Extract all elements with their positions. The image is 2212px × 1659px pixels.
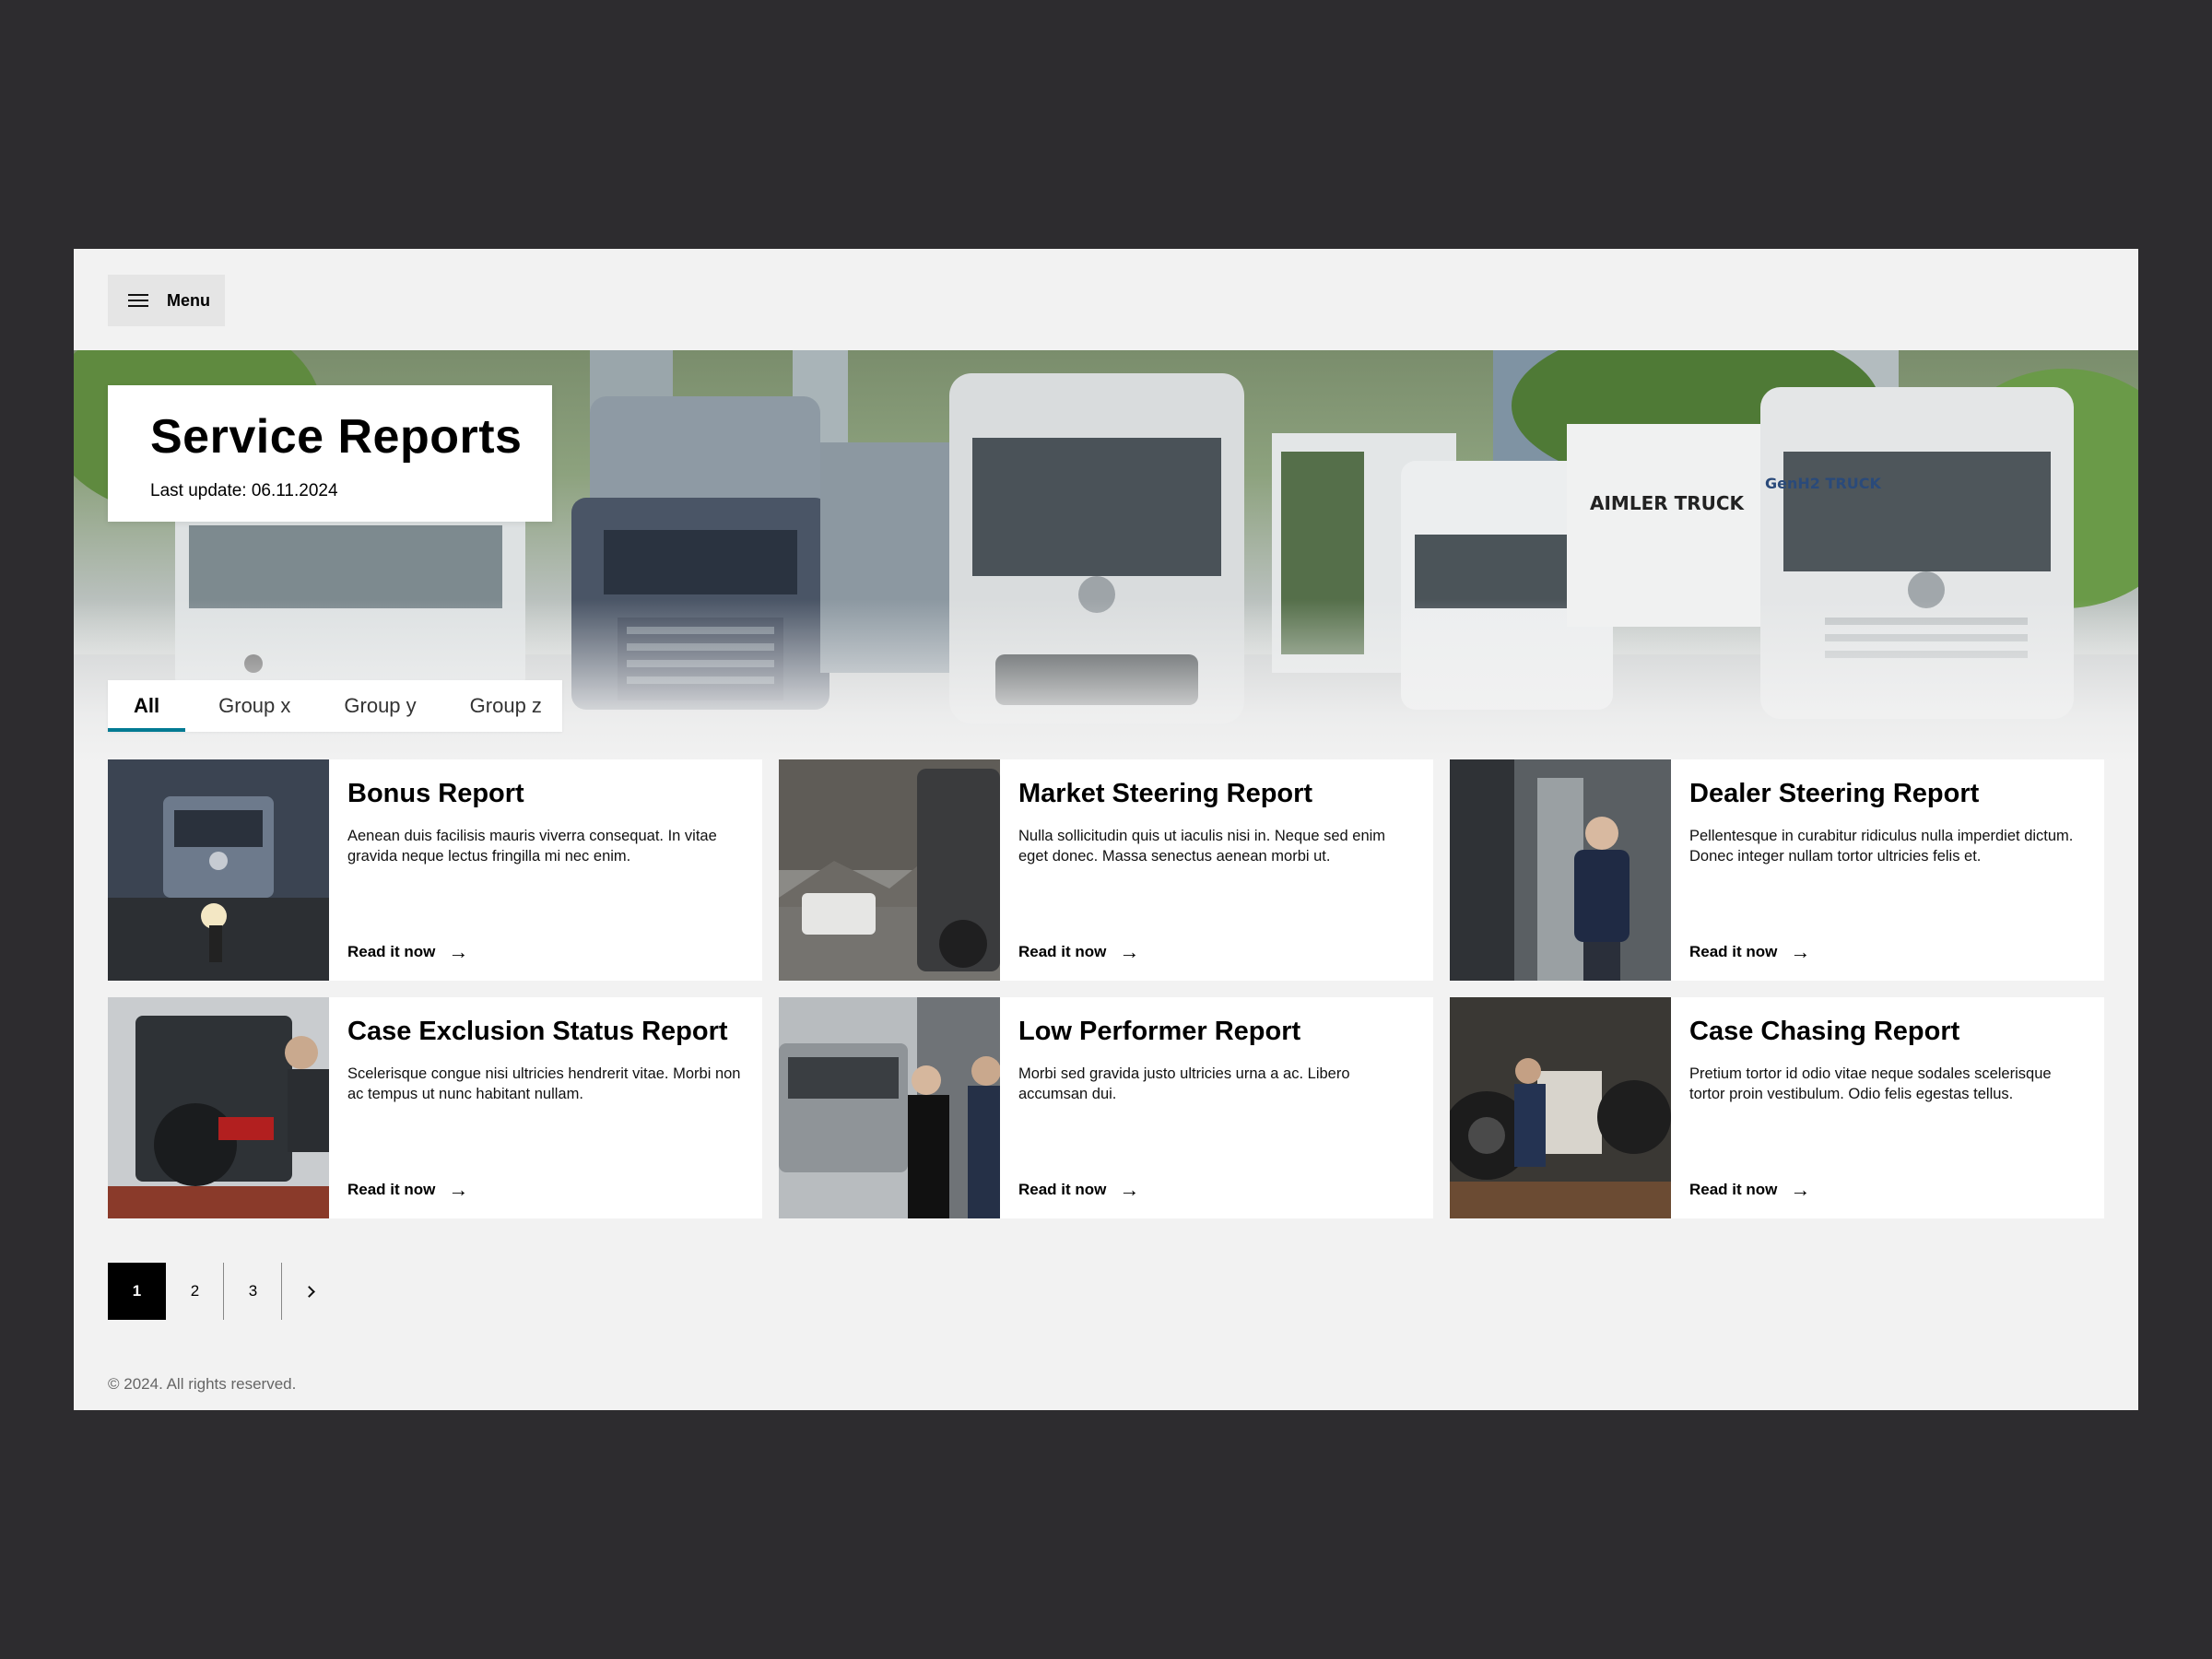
truck-lettering-genh2: GenH2 TRUCK bbox=[1765, 475, 1881, 492]
card-text: Morbi sed gravida justo ultricies urna a… bbox=[1018, 1065, 1350, 1103]
page-title: Service Reports bbox=[150, 410, 523, 464]
arrow-right-icon: → bbox=[1119, 940, 1140, 963]
card-title: Case Exclusion Status Report bbox=[347, 1017, 728, 1046]
menu-label: Menu bbox=[167, 290, 210, 310]
thumbnail-truck-rear bbox=[108, 997, 329, 1218]
thumbnail-tire-warehouse bbox=[1450, 997, 1671, 1218]
read-link[interactable]: Read it now → bbox=[1018, 1180, 1139, 1200]
read-link[interactable]: Read it now → bbox=[1018, 942, 1139, 962]
card-text: Nulla sollicitudin quis ut iaculis nisi … bbox=[1018, 827, 1386, 865]
tab-group-x[interactable]: Group x bbox=[198, 680, 311, 732]
report-card-case-chasing[interactable]: Case Chasing Report Pretium tortor id od… bbox=[1450, 997, 2104, 1218]
next-page-button[interactable] bbox=[282, 1263, 340, 1320]
read-label: Read it now bbox=[1018, 1181, 1107, 1198]
tab-all[interactable]: All bbox=[108, 680, 186, 732]
card-title: Case Chasing Report bbox=[1689, 1017, 1960, 1046]
report-card-dealer-steering[interactable]: Dealer Steering Report Pellentesque in c… bbox=[1450, 759, 2104, 981]
hamburger-icon bbox=[128, 293, 148, 308]
thumbnail-workshop bbox=[108, 759, 329, 981]
tab-group-y[interactable]: Group y bbox=[324, 680, 436, 732]
card-title: Market Steering Report bbox=[1018, 779, 1313, 808]
card-text: Scelerisque congue nisi ultricies hendre… bbox=[347, 1065, 741, 1103]
read-label: Read it now bbox=[1689, 1181, 1778, 1198]
thumbnail-dealer-phone bbox=[1450, 759, 1671, 981]
card-text: Pretium tortor id odio vitae neque sodal… bbox=[1689, 1065, 2052, 1103]
read-link[interactable]: Read it now → bbox=[347, 942, 468, 962]
report-card-market-steering[interactable]: Market Steering Report Nulla sollicitudi… bbox=[779, 759, 1433, 981]
report-card-low-performer[interactable]: Low Performer Report Morbi sed gravida j… bbox=[779, 997, 1433, 1218]
page-frame: Menu AIMLER TRUCK GenH2 TRUCK Service Re… bbox=[74, 249, 2138, 1410]
menu-button[interactable]: Menu bbox=[108, 275, 225, 326]
card-text: Pellentesque in curabitur ridiculus null… bbox=[1689, 827, 2074, 865]
copyright: © 2024. All rights reserved. bbox=[108, 1375, 297, 1393]
read-label: Read it now bbox=[347, 943, 436, 960]
read-label: Read it now bbox=[347, 1181, 436, 1198]
last-update: Last update: 06.11.2024 bbox=[150, 481, 338, 500]
read-label: Read it now bbox=[1689, 943, 1778, 960]
arrow-right-icon: → bbox=[448, 1178, 469, 1201]
tab-group-z[interactable]: Group z bbox=[450, 680, 562, 732]
arrow-right-icon: → bbox=[1790, 940, 1811, 963]
report-grid: Bonus Report Aenean duis facilisis mauri… bbox=[108, 759, 2104, 1218]
read-link[interactable]: Read it now → bbox=[347, 1180, 468, 1200]
arrow-right-icon: → bbox=[1119, 1178, 1140, 1201]
thumbnail-handshake bbox=[779, 997, 1000, 1218]
card-title: Dealer Steering Report bbox=[1689, 779, 1980, 808]
truck-lettering-daimler: AIMLER TRUCK bbox=[1590, 492, 1746, 514]
page-1[interactable]: 1 bbox=[108, 1263, 166, 1320]
card-text: Aenean duis facilisis mauris viverra con… bbox=[347, 827, 717, 865]
report-card-bonus[interactable]: Bonus Report Aenean duis facilisis mauri… bbox=[108, 759, 762, 981]
page-3[interactable]: 3 bbox=[224, 1263, 282, 1320]
read-link[interactable]: Read it now → bbox=[1689, 1180, 1810, 1200]
chevron-right-icon bbox=[303, 1285, 315, 1298]
thumbnail-van-mountain bbox=[779, 759, 1000, 981]
page-2[interactable]: 2 bbox=[166, 1263, 224, 1320]
card-title: Bonus Report bbox=[347, 779, 524, 808]
pagination: 1 2 3 bbox=[108, 1263, 340, 1320]
read-link[interactable]: Read it now → bbox=[1689, 942, 1810, 962]
card-title: Low Performer Report bbox=[1018, 1017, 1301, 1046]
title-card: Service Reports Last update: 06.11.2024 bbox=[108, 385, 552, 522]
arrow-right-icon: → bbox=[448, 940, 469, 963]
read-label: Read it now bbox=[1018, 943, 1107, 960]
filter-tabs: All Group x Group y Group z bbox=[108, 680, 562, 732]
arrow-right-icon: → bbox=[1790, 1178, 1811, 1201]
report-card-case-exclusion[interactable]: Case Exclusion Status Report Scelerisque… bbox=[108, 997, 762, 1218]
